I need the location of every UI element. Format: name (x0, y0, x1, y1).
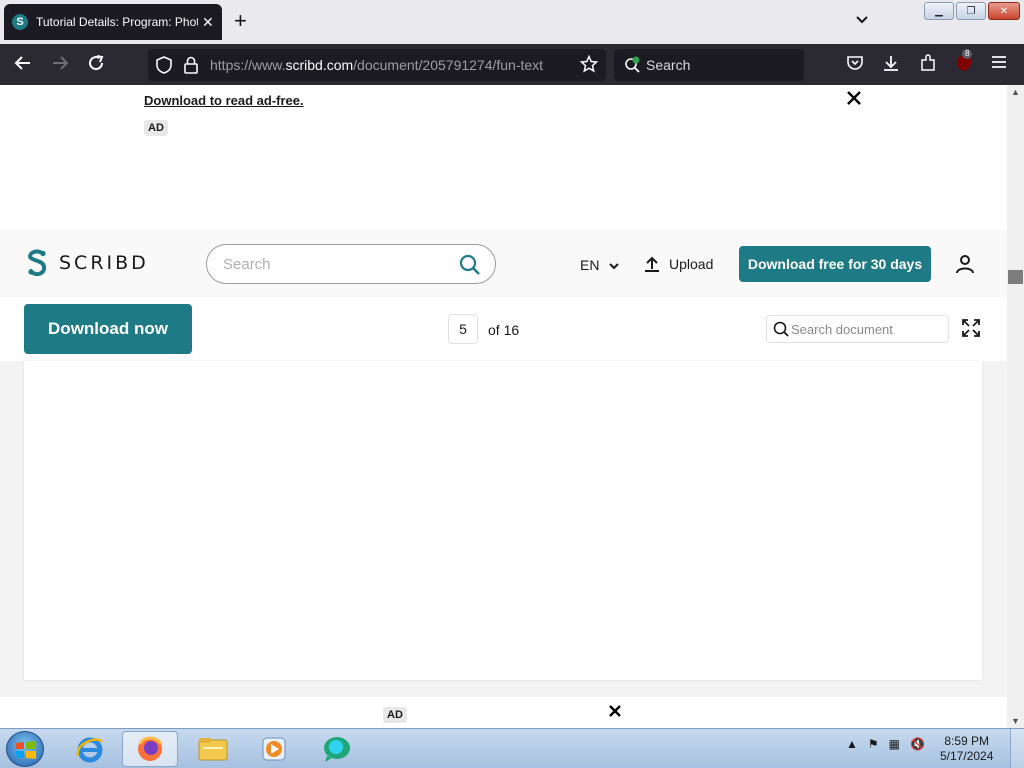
url-bar[interactable]: https://www.scribd.com/document/20579127… (148, 49, 606, 81)
show-desktop-button[interactable] (1010, 729, 1024, 768)
document-toolbar: Download now 5 of 16 Search document (0, 297, 1007, 361)
download-free-trial-button[interactable]: Download free for 30 days (739, 246, 931, 282)
new-tab-button[interactable]: + (234, 9, 247, 33)
language-label: EN (580, 257, 600, 273)
language-selector[interactable]: EN (580, 257, 620, 273)
taskbar-media-player[interactable] (246, 731, 302, 767)
internet-explorer-icon (76, 737, 104, 763)
action-center-flag-icon[interactable]: ⚑ (868, 737, 879, 751)
tab-close-icon[interactable]: ✕ (202, 14, 214, 31)
site-search-input[interactable]: Search (206, 244, 496, 284)
bottom-ad-label: AD (383, 707, 407, 723)
bottom-ad-banner: AD (0, 697, 1007, 728)
ad-label: AD (144, 120, 168, 136)
tab-list-chevron-icon[interactable] (855, 12, 869, 28)
lock-icon[interactable] (184, 56, 198, 78)
downloads-icon[interactable] (882, 54, 900, 76)
media-player-icon (262, 737, 286, 761)
document-viewer[interactable] (0, 361, 1007, 697)
logo-text: SCRIBD (59, 252, 149, 274)
scribd-logo[interactable]: SCRIBD (26, 249, 149, 277)
browser-search-placeholder: Search (646, 57, 691, 73)
download-now-button[interactable]: Download now (24, 304, 192, 354)
fullscreen-icon[interactable] (962, 319, 980, 342)
scrollbar-thumb[interactable] (1008, 270, 1023, 284)
system-tray: ▲ ⚑ ▦ 🔇 (846, 737, 925, 751)
pocket-icon[interactable] (846, 54, 864, 76)
document-search-input[interactable]: Search document (766, 315, 949, 343)
user-account-icon[interactable] (955, 254, 975, 279)
windows-logo-icon (16, 741, 36, 759)
browser-tab[interactable]: S Tutorial Details: Program: Phot ✕ (4, 4, 222, 40)
window-controls: ▁ ❐ ✕ (924, 2, 1020, 20)
network-icon[interactable]: ▦ (889, 737, 900, 751)
tab-title: Tutorial Details: Program: Phot (36, 15, 198, 29)
forward-arrow-icon[interactable] (51, 54, 69, 76)
show-hidden-icons-icon[interactable]: ▲ (846, 737, 858, 751)
start-button[interactable] (6, 731, 44, 767)
scroll-down-arrow-icon[interactable]: ▼ (1011, 716, 1020, 726)
folder-icon (198, 738, 228, 761)
back-arrow-icon[interactable] (14, 54, 32, 76)
chat-app-icon (324, 737, 350, 762)
scroll-up-arrow-icon[interactable]: ▲ (1011, 87, 1020, 97)
document-search-icon (773, 321, 789, 342)
url-text[interactable]: https://www.scribd.com/document/20579127… (210, 57, 543, 73)
site-search-placeholder: Search (223, 256, 271, 273)
taskbar-file-explorer[interactable] (185, 731, 241, 767)
scribd-favicon-icon: S (12, 14, 28, 30)
page-count: of 16 (488, 322, 520, 338)
scribd-logo-icon (27, 249, 47, 277)
volume-muted-icon[interactable]: 🔇 (910, 737, 925, 751)
windows-taskbar: ▲ ⚑ ▦ 🔇 8:59 PM 5/17/2024 (0, 728, 1024, 768)
download-ad-free-link[interactable]: Download to read ad-free. (144, 93, 304, 108)
chevron-down-icon (609, 263, 620, 270)
close-bottom-ad-icon[interactable] (608, 702, 622, 723)
clock-time: 8:59 PM (944, 734, 990, 748)
browser-titlebar: S Tutorial Details: Program: Phot ✕ + ▁ … (0, 0, 1024, 44)
document-search-placeholder: Search document (791, 322, 893, 337)
search-icon[interactable] (459, 254, 481, 281)
document-page (24, 361, 982, 680)
browser-navbar: https://www.scribd.com/document/20579127… (0, 44, 1024, 85)
top-ad-banner: Download to read ad-free. AD (0, 85, 1007, 230)
restore-button[interactable]: ❐ (956, 2, 986, 20)
bookmark-star-icon[interactable] (579, 54, 599, 77)
system-clock[interactable]: 8:59 PM 5/17/2024 (940, 734, 993, 764)
upload-icon (645, 256, 659, 272)
page-scrollbar[interactable]: ▲ ▼ (1007, 85, 1024, 728)
close-ad-icon[interactable] (846, 89, 862, 112)
close-window-button[interactable]: ✕ (988, 2, 1020, 20)
taskbar-internet-explorer[interactable] (62, 731, 118, 767)
extensions-puzzle-icon[interactable] (919, 54, 937, 76)
scribd-header: SCRIBD Search EN Upload Download free fo… (0, 230, 1007, 297)
minimize-button[interactable]: ▁ (924, 2, 954, 20)
firefox-icon (138, 736, 163, 761)
clock-date: 5/17/2024 (940, 749, 994, 763)
browser-search-bar[interactable]: Search (614, 49, 804, 81)
reload-icon[interactable] (87, 54, 105, 76)
page-number-input[interactable]: 5 (448, 314, 478, 344)
tracking-shield-icon[interactable] (156, 56, 172, 78)
taskbar-firefox[interactable] (122, 731, 178, 767)
upload-label: Upload (669, 256, 714, 272)
search-engine-icon (624, 56, 642, 78)
hamburger-menu-icon[interactable] (991, 54, 1007, 74)
taskbar-app[interactable] (309, 731, 365, 767)
upload-button[interactable]: Upload (644, 256, 713, 272)
